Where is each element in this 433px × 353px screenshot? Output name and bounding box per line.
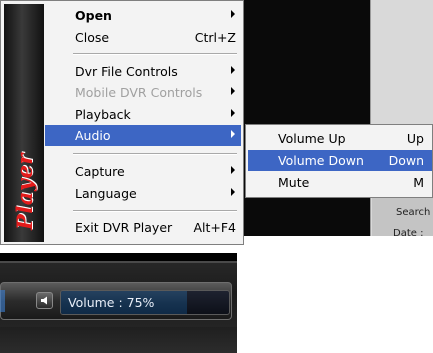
player-control-bar: Volume : 75% [0,253,237,353]
date-label: Date : [393,228,424,239]
menu-item-label: Exit DVR Player [75,220,173,235]
submenu-arrow-icon [231,109,235,117]
submenu-arrow-icon [231,130,235,138]
previous-control-edge[interactable] [0,290,5,312]
menu-item-shortcut: Ctrl+Z [194,30,236,45]
menu-item-shortcut: Alt+F4 [193,220,236,235]
menu-separator [73,53,237,55]
submenu-arrow-icon [231,87,235,95]
submenu-arrow-icon [231,66,235,74]
menu-item-open[interactable]: Open [45,5,241,26]
submenu-arrow-icon [231,166,235,174]
menu-item-language[interactable]: Language [45,183,241,204]
submenu-item-label: Volume Down [278,153,364,168]
menu-item-audio[interactable]: Audio [45,125,241,146]
menu-item-capture[interactable]: Capture [45,161,241,182]
mute-button[interactable] [36,292,53,309]
submenu-arrow-icon [231,10,235,18]
submenu-item-mute[interactable]: Mute M [248,172,432,193]
volume-readout: Volume : 75% [68,295,155,310]
menu-item-label: Mobile DVR Controls [75,85,203,100]
submenu-item-label: Mute [278,175,310,190]
menu-item-mobile-dvr-controls[interactable]: Mobile DVR Controls [45,82,241,103]
menu-item-label: Playback [75,107,131,122]
menu-item-playback[interactable]: Playback [45,104,241,125]
menu-item-label: Capture [75,164,125,179]
submenu-item-shortcut: Down [388,153,424,168]
menu-item-label: Close [75,30,110,45]
submenu-arrow-icon [231,188,235,196]
player-logo: Player [11,152,37,230]
search-label: Search [396,207,431,218]
audio-submenu: Volume Up Up Volume Down Down Mute M [245,124,433,198]
speaker-icon [41,296,47,305]
menu-item-close[interactable]: Close Ctrl+Z [45,27,241,48]
volume-slider[interactable]: Volume : 75% [60,290,230,315]
menu-item-label: Audio [75,128,111,143]
menu-item-label: Dvr File Controls [75,64,178,79]
menu-separator [73,210,237,212]
player-context-menu: Player Open Close Ctrl+Z Dvr File Contro… [0,0,244,245]
menu-item-label: Language [75,186,137,201]
submenu-item-volume-down[interactable]: Volume Down Down [248,150,432,171]
submenu-item-volume-up[interactable]: Volume Up Up [248,128,432,149]
menu-item-dvr-file-controls[interactable]: Dvr File Controls [45,61,241,82]
menu-item-label: Open [75,8,112,23]
menu-side-banner: Player [4,4,44,242]
menu-item-exit[interactable]: Exit DVR Player Alt+F4 [45,217,241,238]
submenu-item-label: Volume Up [278,131,346,146]
player-lower-panel [0,327,237,353]
player-top-edge [0,253,237,263]
submenu-item-shortcut: Up [406,131,424,146]
menu-separator [73,153,237,155]
submenu-item-shortcut: M [413,175,424,190]
video-display-area [240,0,370,236]
